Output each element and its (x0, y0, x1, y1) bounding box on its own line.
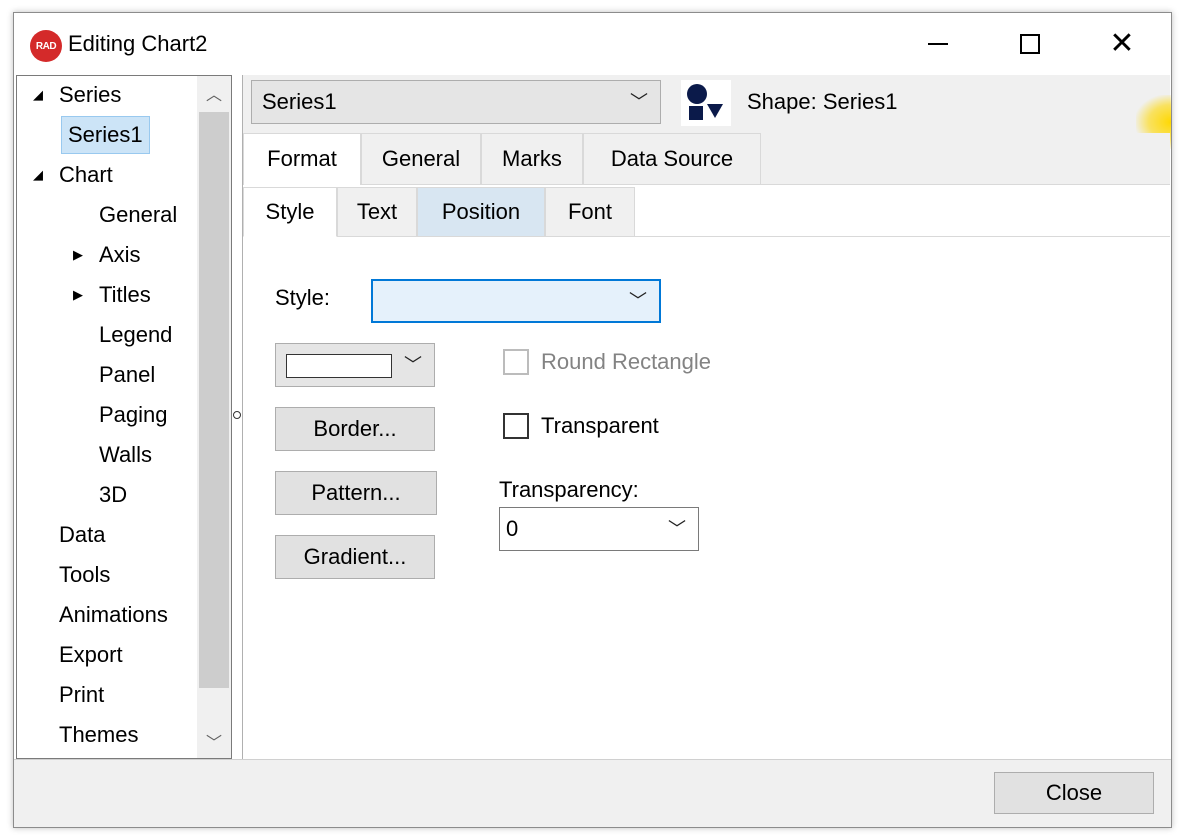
color-dropdown[interactable]: ﹀ (275, 343, 435, 387)
scrollbar-thumb[interactable] (199, 112, 229, 688)
minimize-button[interactable] (908, 23, 968, 65)
round-rectangle-checkbox[interactable] (503, 349, 529, 375)
chevron-down-icon: ﹀ (629, 291, 647, 311)
tree-item-panel[interactable]: Panel (99, 356, 155, 394)
navigation-tree: ◢ Series Series1 ◢ Chart General ▶ Axis … (16, 75, 232, 759)
circle-shape-icon (687, 84, 707, 104)
collapsed-triangle-icon[interactable]: ▶ (73, 276, 83, 314)
transparency-label: Transparency: (499, 477, 639, 502)
series-dropdown-value: Series1 (262, 89, 337, 114)
splitter-handle[interactable] (233, 411, 241, 419)
close-window-button[interactable]: ✕ (1092, 23, 1152, 65)
triangle-shape-icon (707, 104, 723, 118)
chevron-down-icon: ﹀ (668, 519, 686, 539)
tree-item-tools[interactable]: Tools (59, 556, 110, 594)
expanded-triangle-icon[interactable]: ◢ (33, 156, 43, 194)
tree-item-axis[interactable]: Axis (99, 236, 141, 274)
tab-marks[interactable]: Marks (481, 133, 583, 185)
close-button[interactable]: Close (994, 772, 1154, 814)
tree-item-paging[interactable]: Paging (99, 396, 168, 434)
tree-item-series1[interactable]: Series1 (61, 116, 150, 154)
chevron-down-icon: ﹀ (404, 355, 422, 375)
main-tabs: Format General Marks Data Source (243, 133, 1170, 186)
tree-item-animations[interactable]: Animations (59, 596, 168, 634)
editor-pane: Series1 ﹀ Shape: Series1 Format General … (242, 75, 1171, 759)
tab-format[interactable]: Format (243, 133, 361, 186)
series-dropdown[interactable]: Series1 ﹀ (251, 80, 661, 124)
tree-item-titles[interactable]: Titles (99, 276, 151, 314)
dialog-footer: Close (14, 759, 1171, 827)
tree-item-print[interactable]: Print (59, 676, 104, 714)
maximize-icon (1020, 34, 1040, 54)
scroll-up-icon[interactable]: ︿ (197, 76, 231, 110)
tab-general[interactable]: General (361, 133, 481, 185)
tree-item-themes[interactable]: Themes (59, 716, 138, 754)
minimize-icon (928, 43, 948, 45)
tree-item-export[interactable]: Export (59, 636, 123, 674)
expanded-triangle-icon[interactable]: ◢ (33, 76, 43, 114)
subtab-style[interactable]: Style (243, 187, 337, 237)
style-label: Style: (275, 285, 331, 310)
square-shape-icon (689, 106, 703, 120)
style-dropdown[interactable]: ﹀ (371, 279, 661, 323)
tree-item-series[interactable]: Series (59, 76, 121, 114)
close-icon: ✕ (1109, 27, 1135, 60)
scroll-down-icon[interactable]: ﹀ (197, 724, 231, 758)
subtab-position[interactable]: Position (417, 187, 545, 237)
tree-item-3d[interactable]: 3D (99, 476, 127, 514)
tab-data-source[interactable]: Data Source (583, 133, 761, 185)
shape-series-icon[interactable] (681, 80, 731, 126)
transparency-value: 0 (506, 516, 519, 541)
transparent-checkbox[interactable] (503, 413, 529, 439)
tree-item-legend[interactable]: Legend (99, 316, 172, 354)
color-swatch (286, 354, 392, 378)
editing-chart-dialog: RAD Editing Chart2 ✕ ◢ Series Series1 ◢ … (13, 12, 1172, 828)
series-toolbar: Series1 ﹀ Shape: Series1 (243, 75, 1171, 149)
rad-app-icon: RAD (30, 30, 62, 62)
tree-scrollbar[interactable]: ︿ ﹀ (197, 76, 231, 758)
pattern-button[interactable]: Pattern... (275, 471, 437, 515)
subtab-text[interactable]: Text (337, 187, 417, 237)
border-button[interactable]: Border... (275, 407, 435, 451)
chevron-down-icon: ﹀ (630, 92, 648, 112)
format-subtabs: Style Text Position Font (243, 185, 1170, 237)
gradient-button[interactable]: Gradient... (275, 535, 435, 579)
tree-item-general[interactable]: General (99, 196, 177, 234)
tree-item-walls[interactable]: Walls (99, 436, 152, 474)
tree-item-chart[interactable]: Chart (59, 156, 113, 194)
transparency-dropdown[interactable]: 0 ﹀ (499, 507, 699, 551)
series-type-label: Shape: Series1 (747, 89, 898, 114)
tree-item-data[interactable]: Data (59, 516, 105, 554)
maximize-button[interactable] (1000, 23, 1060, 65)
subtab-font[interactable]: Font (545, 187, 635, 237)
title-bar: RAD Editing Chart2 ✕ (14, 13, 1171, 75)
collapsed-triangle-icon[interactable]: ▶ (73, 236, 83, 274)
round-rectangle-label: Round Rectangle (541, 349, 712, 374)
transparent-label: Transparent (541, 413, 659, 438)
window-title: Editing Chart2 (68, 31, 208, 56)
